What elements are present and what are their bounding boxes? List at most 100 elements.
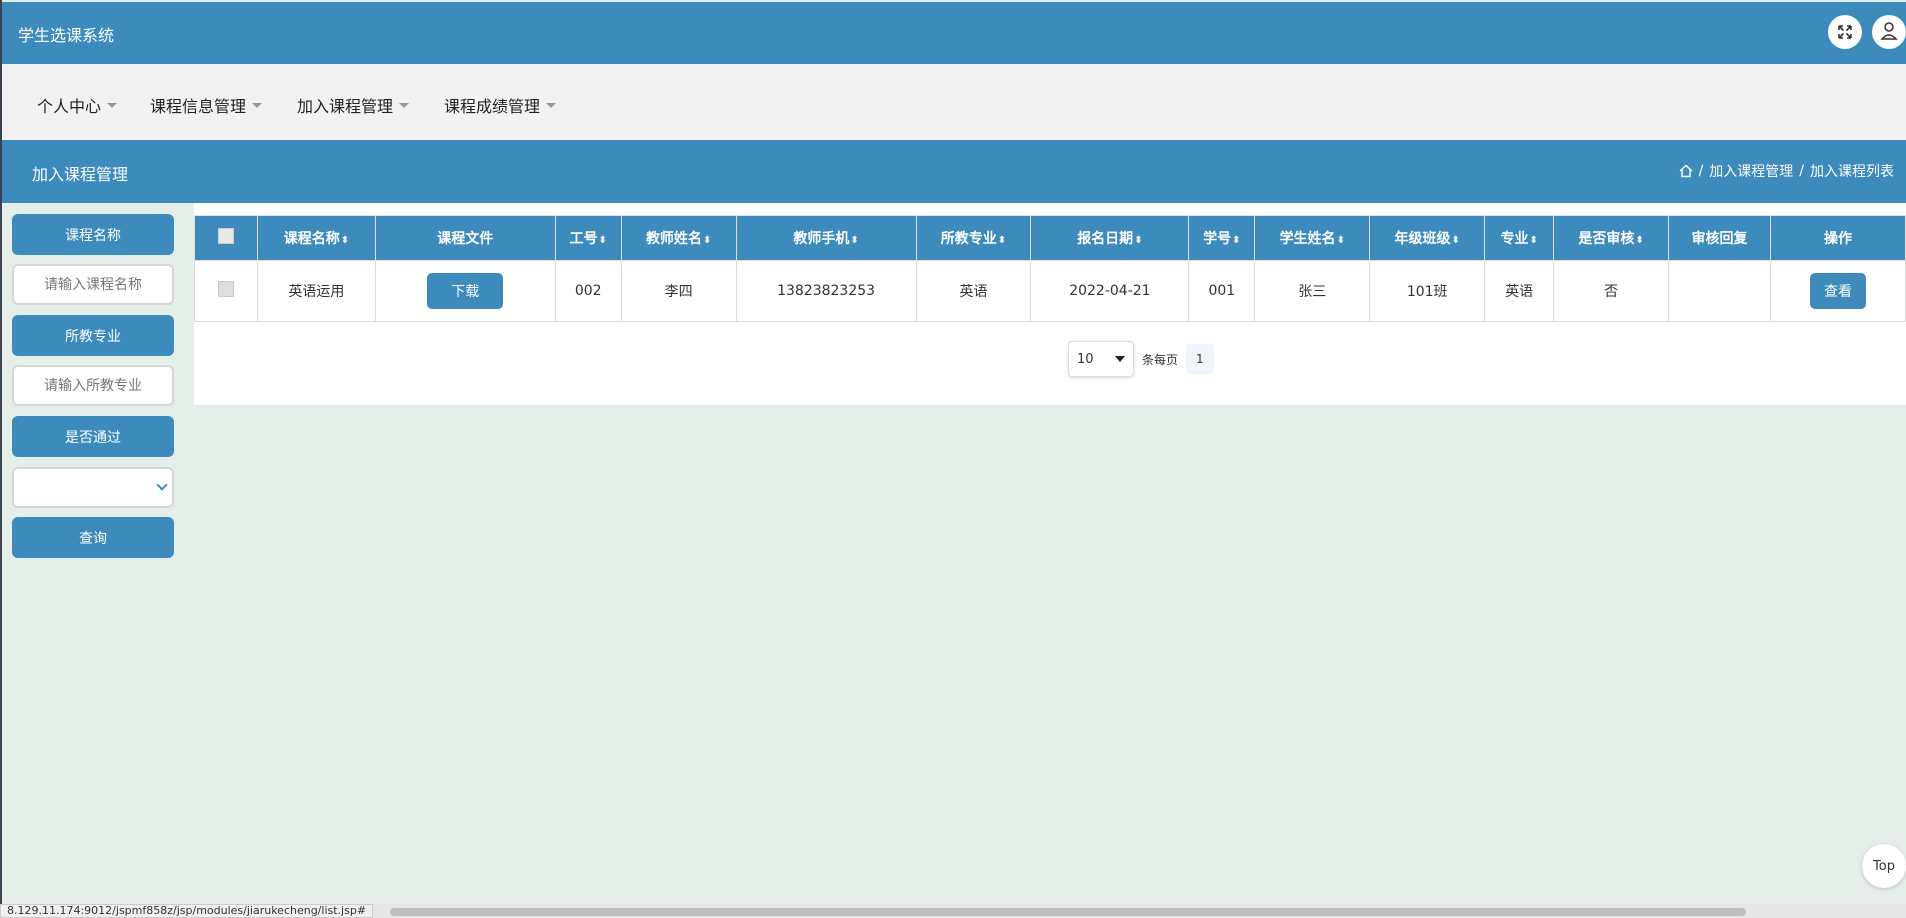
cell-review-reply [1668, 260, 1771, 322]
major-label: 所教专业 [12, 315, 174, 356]
column-header-label: 审核回复 [1691, 231, 1748, 247]
column-header-label: 课程文件 [437, 231, 494, 247]
nav-item-label: 课程成绩管理 [444, 97, 541, 116]
column-header[interactable]: 学生姓名⬍ [1254, 215, 1371, 261]
column-header: 课程文件 [374, 215, 556, 261]
column-header-label: 操作 [1824, 231, 1852, 247]
column-header[interactable]: 工号⬍ [554, 215, 622, 261]
breadcrumb-item[interactable]: 加入课程管理 [1709, 161, 1793, 181]
cell-actions: 查看 [1770, 260, 1906, 322]
column-header-label: 学生姓名 [1279, 231, 1336, 247]
caret-down-icon [399, 103, 410, 108]
cell-course-file: 下载 [374, 260, 556, 322]
column-header-label: 学号 [1203, 231, 1232, 247]
sort-icon: ⬍ [702, 235, 712, 246]
row-checkbox[interactable] [217, 281, 234, 297]
expand-icon [1838, 25, 1852, 39]
caret-down-icon [546, 103, 557, 108]
select-all-checkbox[interactable] [217, 228, 234, 244]
select-all-header[interactable] [194, 215, 258, 261]
column-header-label: 所教专业 [940, 231, 997, 247]
view-button[interactable]: 查看 [1810, 273, 1866, 309]
nav-item-course-grades[interactable]: 课程成绩管理 [444, 93, 557, 117]
sort-icon: ⬍ [997, 235, 1007, 246]
user-button[interactable] [1872, 15, 1906, 49]
query-button[interactable]: 查询 [12, 517, 174, 558]
sort-icon: ⬍ [1635, 235, 1644, 246]
course-name-input[interactable] [12, 264, 174, 305]
nav-item-label: 加入课程管理 [297, 97, 394, 116]
caret-down-icon [252, 103, 263, 108]
nav-item-course-info[interactable]: 课程信息管理 [150, 93, 263, 117]
sort-icon: ⬍ [1232, 235, 1241, 246]
sort-icon: ⬍ [598, 235, 607, 246]
column-header[interactable]: 课程名称⬍ [256, 215, 376, 261]
passed-select[interactable] [12, 467, 174, 508]
breadcrumb: / 加入课程管理 / 加入课程列表 [1679, 161, 1894, 181]
sort-icon: ⬍ [1451, 235, 1460, 246]
breadcrumb-separator: / [1799, 163, 1804, 179]
course-name-label: 课程名称 [12, 214, 174, 255]
cell-student-name: 张三 [1254, 260, 1371, 322]
column-header-label: 是否审核 [1578, 231, 1635, 247]
column-header[interactable]: 教师姓名⬍ [620, 215, 737, 261]
main-nav: 个人中心 课程信息管理 加入课程管理 课程成绩管理 [2, 64, 1906, 140]
column-header[interactable]: 专业⬍ [1484, 215, 1555, 261]
user-icon [1880, 22, 1898, 40]
back-to-top-button[interactable]: Top [1862, 844, 1906, 888]
column-header-label: 教师手机 [793, 231, 850, 247]
column-header: 操作 [1770, 215, 1906, 261]
scrollbar-thumb[interactable] [390, 908, 1746, 916]
download-button[interactable]: 下载 [427, 273, 504, 309]
breadcrumb-item: 加入课程列表 [1810, 164, 1894, 180]
table-header-row: 课程名称⬍ 课程文件 工号⬍ 教师姓名⬍ 教师手机⬍ 所教专业⬍ 报名日期⬍ 学… [194, 215, 1906, 261]
cell-teacher-id: 002 [554, 260, 622, 322]
sort-icon: ⬍ [340, 235, 350, 246]
course-table: 课程名称⬍ 课程文件 工号⬍ 教师姓名⬍ 教师手机⬍ 所教专业⬍ 报名日期⬍ 学… [194, 215, 1906, 322]
top-bar: 学生选课系统 [2, 2, 1906, 64]
per-page-label: 条每页 [1142, 352, 1179, 367]
breadcrumb-separator: / [1698, 163, 1704, 179]
cell-teacher-phone: 13823823253 [735, 260, 917, 322]
column-header[interactable]: 是否审核⬍ [1553, 215, 1670, 261]
column-header[interactable]: 教师手机⬍ [735, 215, 917, 261]
column-header[interactable]: 年级班级⬍ [1369, 215, 1486, 261]
passed-label: 是否通过 [12, 416, 174, 457]
column-header[interactable]: 报名日期⬍ [1030, 215, 1190, 261]
table-row: 英语运用 下载 002 李四 13823823253 英语 2022-04-21… [194, 260, 1906, 322]
column-header[interactable]: 所教专业⬍ [915, 215, 1032, 261]
page-header: 加入课程管理 / 加入课程管理 / 加入课程列表 [2, 140, 1906, 203]
fullscreen-button[interactable] [1828, 15, 1862, 49]
page-number[interactable]: 1 [1186, 344, 1214, 374]
cell-course-name: 英语运用 [256, 260, 376, 322]
cell-class: 101班 [1369, 260, 1486, 322]
cell-major-taught: 英语 [915, 260, 1032, 322]
cell-signup-date: 2022-04-21 [1030, 260, 1190, 322]
page-size-value: 10 [1077, 352, 1094, 367]
sort-icon: ⬍ [1336, 235, 1345, 246]
cell-student-id: 001 [1188, 260, 1256, 322]
nav-item-join-course[interactable]: 加入课程管理 [297, 93, 410, 117]
major-input[interactable] [12, 365, 174, 406]
chevron-down-icon [156, 479, 168, 491]
column-header-label: 报名日期 [1077, 231, 1134, 247]
column-header-label: 专业 [1500, 231, 1529, 247]
column-header-label: 年级班级 [1394, 231, 1451, 247]
nav-item-personal-center[interactable]: 个人中心 [37, 93, 118, 117]
column-header-label: 工号 [569, 231, 598, 247]
caret-down-icon [107, 103, 118, 108]
sort-icon: ⬍ [1529, 235, 1538, 246]
column-header-label: 课程名称 [283, 231, 340, 247]
page-size-select[interactable]: 10 [1068, 341, 1134, 377]
nav-item-label: 个人中心 [37, 97, 102, 116]
column-header[interactable]: 学号⬍ [1188, 215, 1256, 261]
column-header: 审核回复 [1668, 215, 1771, 261]
app-title: 学生选课系统 [18, 26, 115, 45]
column-header-label: 教师姓名 [645, 231, 702, 247]
row-select-cell[interactable] [194, 260, 258, 322]
sort-icon: ⬍ [850, 235, 859, 246]
nav-item-label: 课程信息管理 [150, 97, 247, 116]
pagination: 10 条每页 1 [1068, 341, 1214, 377]
cell-teacher-name: 李四 [620, 260, 737, 322]
home-icon[interactable] [1679, 164, 1693, 178]
